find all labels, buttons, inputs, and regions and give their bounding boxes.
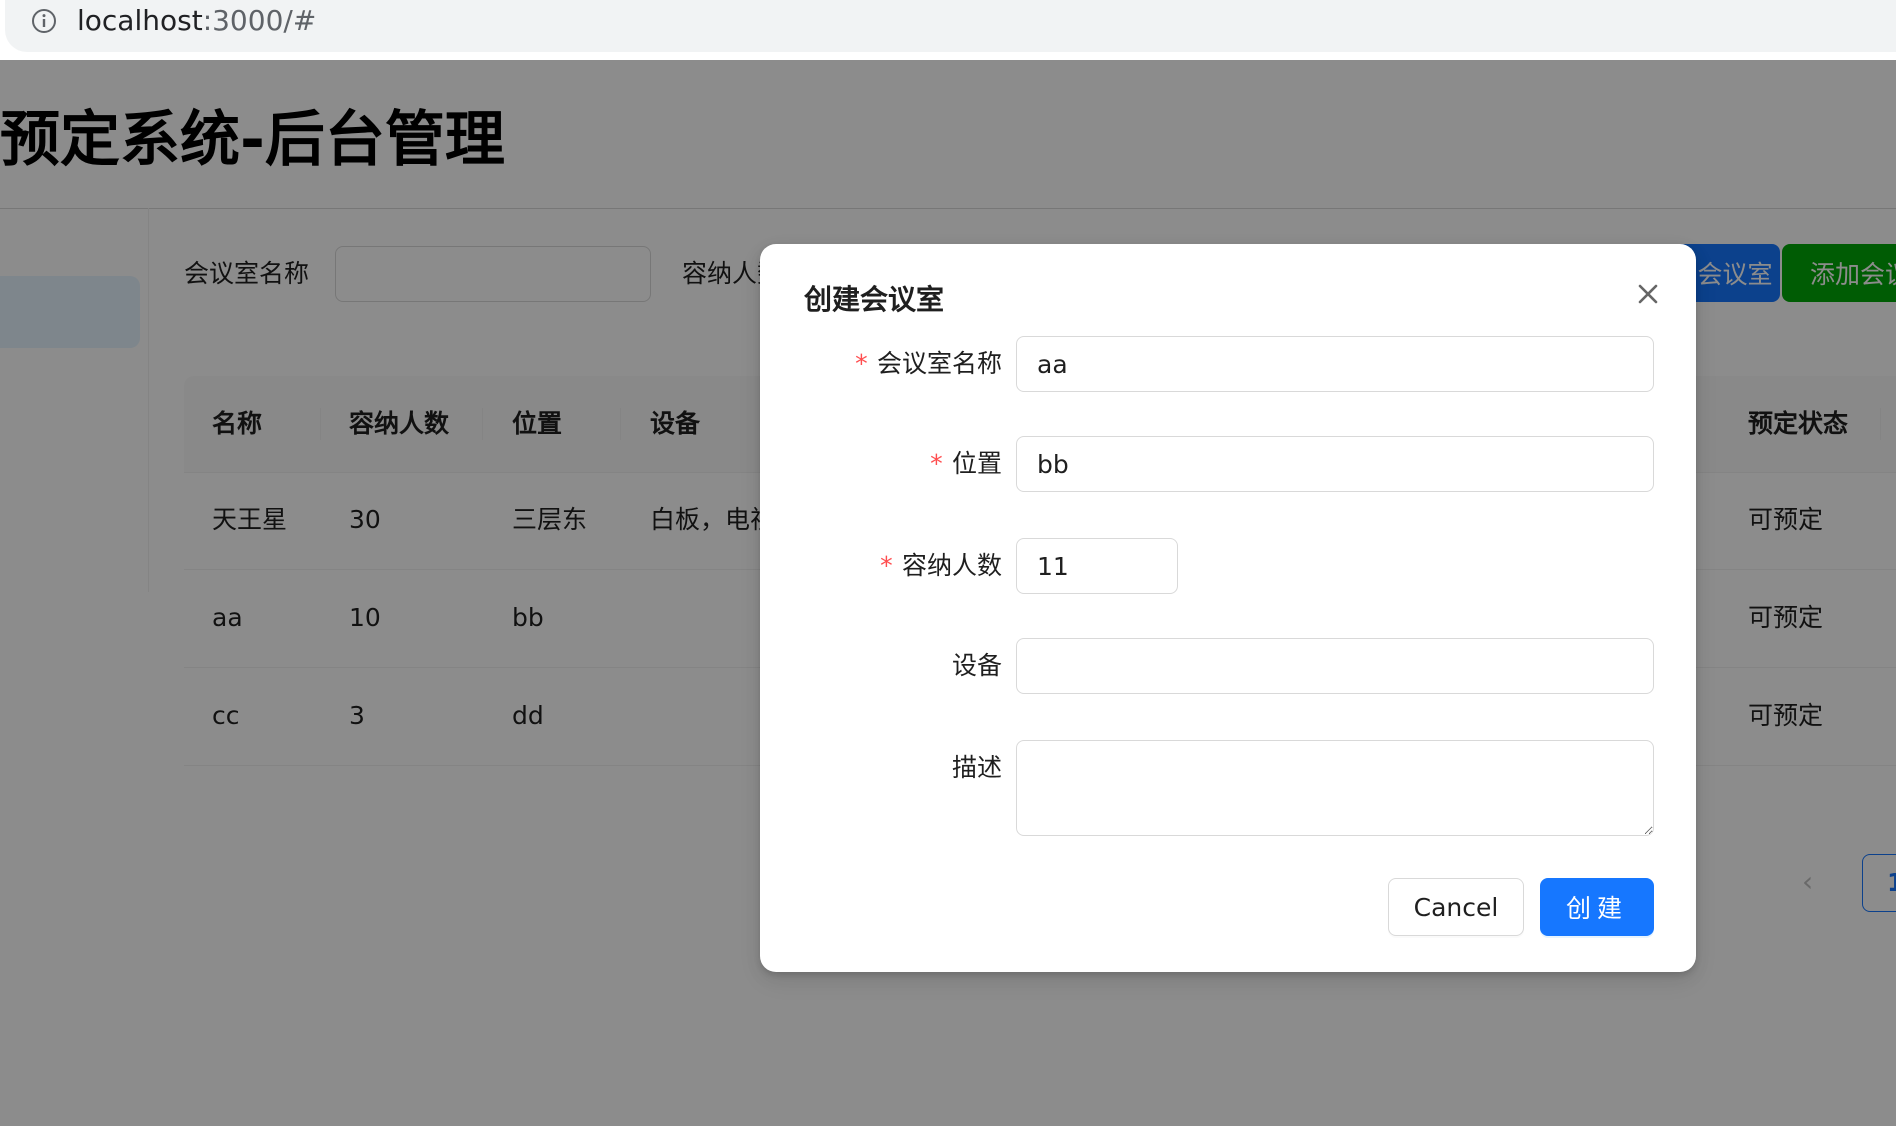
location-input[interactable] [1016,436,1654,492]
browser-address-bar: localhost:3000/# [0,0,1896,60]
description-field-label-text: 描述 [951,753,1002,782]
required-mark: * [878,551,894,580]
capacity-input[interactable] [1016,538,1178,594]
equipment-field-label-text: 设备 [951,651,1002,680]
modal-title: 创建会议室 [804,283,945,316]
equipment-field-label: 设备 [800,648,1002,684]
capacity-field-label: * 容纳人数 [800,548,1002,584]
capacity-field-label-text: 容纳人数 [901,551,1002,580]
description-field-label: 描述 [800,750,1002,786]
create-button[interactable]: 创建 [1540,878,1654,936]
close-icon[interactable] [1628,274,1668,314]
description-textarea[interactable] [1016,740,1654,836]
room-name-input[interactable] [1016,336,1654,392]
name-field-label: * 会议室名称 [800,346,1002,382]
url-path: :3000/# [202,4,317,37]
equipment-input[interactable] [1016,638,1654,694]
required-mark: * [853,349,869,378]
info-icon[interactable] [31,8,57,34]
url-text[interactable]: localhost:3000/# [77,3,316,39]
create-room-modal: 创建会议室 *会议室名称 *位置 *容纳人数 设备 描述 Cancel 创建 [760,244,1696,972]
location-field-label-text: 位置 [951,449,1002,478]
url-bar[interactable]: localhost:3000/# [5,0,1896,52]
url-host: localhost [77,4,203,37]
location-field-label: * 位置 [800,446,1002,482]
cancel-button[interactable]: Cancel [1388,878,1524,936]
required-mark: * [928,449,944,478]
name-field-label-text: 会议室名称 [876,349,1002,378]
